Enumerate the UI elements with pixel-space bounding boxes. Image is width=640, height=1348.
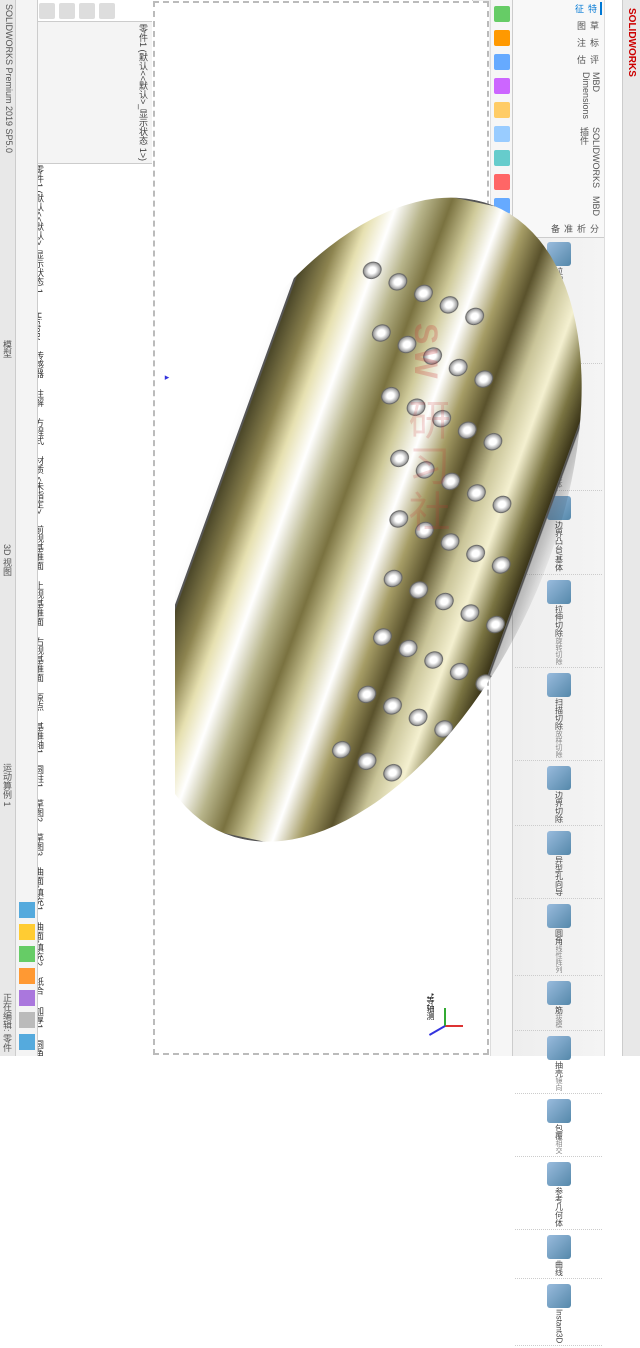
file-explorer-tab-icon[interactable]: [19, 946, 35, 962]
ribbon-tab-evaluate[interactable]: 评估: [515, 53, 602, 66]
title-bar: SOLIDWORKS: [622, 0, 640, 1056]
axes-label: *等轴测: [425, 993, 436, 1020]
ribbon-cmd-sublabel: 拔模: [555, 1014, 562, 1028]
ribbon-cmd-sublabel: 线性阵列: [555, 945, 562, 973]
feature-icon: [547, 1162, 571, 1186]
axis-z: [429, 1025, 446, 1036]
triad-arrow: ▸: [163, 373, 173, 383]
ribbon-cmd-11[interactable]: 参考几何体: [515, 1160, 602, 1230]
custom-props-tab-icon[interactable]: [19, 1012, 35, 1028]
ribbon-cmd-12[interactable]: 曲线: [515, 1233, 602, 1279]
status-bar: SOLIDWORKS Premium 2019 SP5.0 模型 3D 视图 运…: [0, 0, 16, 1056]
axis-x: [445, 1025, 463, 1027]
dimxpert-tab-icon[interactable]: [79, 3, 95, 19]
3dview-tab[interactable]: 3D 视图: [1, 544, 14, 576]
feature-icon: [547, 1235, 571, 1259]
zoom-fit-icon[interactable]: [494, 6, 510, 22]
forum-tab-icon[interactable]: [19, 1034, 35, 1050]
appearances-tab-icon[interactable]: [19, 990, 35, 1006]
ribbon-cmd-10[interactable]: 包覆相交: [515, 1097, 602, 1157]
feature-icon: [547, 1099, 571, 1123]
motion-tab[interactable]: 运动算例 1: [1, 763, 14, 807]
ribbon-cmd-label: 圆角: [555, 929, 563, 945]
previous-view-icon[interactable]: [494, 54, 510, 70]
status-version: SOLIDWORKS Premium 2019 SP5.0: [1, 4, 14, 153]
status-editing: 正在编辑: 零件: [1, 993, 14, 1052]
ribbon-cmd-label: 参考几何体: [555, 1187, 563, 1227]
ribbon-cmd-sublabel: 镜向: [555, 1077, 562, 1091]
configuration-tab-icon[interactable]: [59, 3, 75, 19]
ribbon-tab-sketch[interactable]: 草图: [515, 19, 602, 32]
ribbon-cmd-label: 抽壳: [555, 1061, 563, 1077]
feature-icon: [547, 1284, 571, 1308]
section-view-icon[interactable]: [494, 78, 510, 94]
zoom-area-icon[interactable]: [494, 30, 510, 46]
ribbon-tab-features[interactable]: 特征: [515, 2, 602, 15]
ribbon-cmd-8[interactable]: 筋拔模: [515, 979, 602, 1031]
task-pane-tabs: [16, 0, 38, 1056]
watermark: SW 研习社: [396, 323, 457, 536]
ribbon-cmd-13[interactable]: Instant3D: [515, 1282, 602, 1346]
axis-y: [444, 1008, 446, 1026]
ribbon-tab-mbddim[interactable]: MBD Dimensions: [515, 70, 602, 121]
model-rendering: [175, 143, 605, 923]
graphics-viewport[interactable]: SW 研习社 ▸ *等轴测: [153, 1, 489, 1055]
model-tab[interactable]: 模型: [1, 340, 14, 358]
ribbon-cmd-sublabel: 相交: [555, 1140, 562, 1154]
feature-icon: [547, 1036, 571, 1060]
app-logo-text: SOLIDWORKS: [626, 8, 637, 77]
view-orientation-icon[interactable]: [494, 102, 510, 118]
ribbon-cmd-9[interactable]: 抽壳镜向: [515, 1034, 602, 1094]
property-manager-tab-icon[interactable]: [39, 3, 55, 19]
menu-bar[interactable]: [604, 0, 622, 1056]
reference-triad: *等轴测: [425, 1005, 465, 1045]
resources-tab-icon[interactable]: [19, 902, 35, 918]
ribbon-cmd-label: 包覆: [555, 1124, 563, 1140]
display-tab-icon[interactable]: [99, 3, 115, 19]
ribbon-cmd-label: 筋: [555, 1006, 563, 1014]
ribbon-tab-annotate[interactable]: 标注: [515, 36, 602, 49]
display-style-icon[interactable]: [494, 126, 510, 142]
feature-icon: [547, 981, 571, 1005]
design-library-tab-icon[interactable]: [19, 924, 35, 940]
view-palette-tab-icon[interactable]: [19, 968, 35, 984]
ribbon-cmd-label: Instant3D: [555, 1309, 563, 1343]
ribbon-cmd-label: 曲线: [555, 1260, 563, 1276]
